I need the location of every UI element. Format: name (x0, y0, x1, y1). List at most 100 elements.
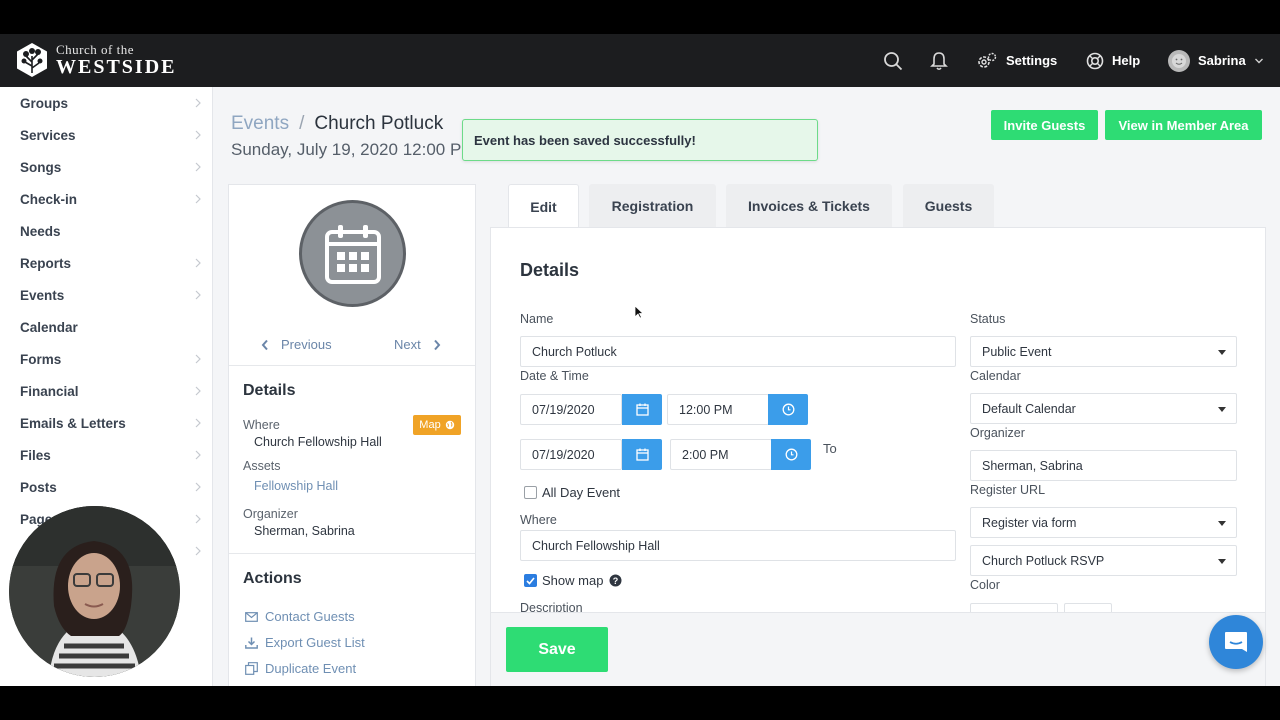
breadcrumb-events-link[interactable]: Events (231, 113, 289, 135)
organizer-input[interactable]: Sherman, Sabrina (970, 450, 1237, 481)
sidebar-item-label: Reports (20, 255, 72, 271)
smiley-avatar-icon (1172, 53, 1186, 68)
next-event-link[interactable]: Next (394, 337, 441, 352)
event-pager: Previous Next (229, 333, 477, 363)
end-time-input[interactable]: 2:00 PM (670, 439, 772, 470)
tree-logo-icon (17, 43, 47, 77)
sidebar-item-posts[interactable]: Posts (0, 471, 212, 503)
sidebar-item-forms[interactable]: Forms (0, 343, 212, 375)
sidebar-item-calendar[interactable]: Calendar (0, 311, 212, 343)
divider (229, 553, 475, 554)
tab-invoices-tickets[interactable]: Invoices & Tickets (726, 184, 892, 227)
chevron-right-icon (433, 339, 441, 350)
chevron-right-icon (195, 354, 201, 364)
status-select[interactable]: Public Event (970, 336, 1237, 367)
next-label: Next (394, 337, 421, 352)
where-input[interactable]: Church Fellowship Hall (520, 530, 956, 561)
sidebar-item-files[interactable]: Files (0, 439, 212, 471)
breadcrumb-separator: / (299, 113, 305, 134)
chat-icon (1225, 632, 1247, 652)
calendar-value: Default Calendar (982, 401, 1076, 416)
where-label: Where (243, 418, 280, 432)
clock-icon (782, 403, 794, 416)
start-date-input[interactable]: 07/19/2020 (520, 394, 622, 425)
registration-form-value: Church Potluck RSVP (982, 553, 1105, 568)
event-summary-card: Previous Next Details Where Church Fello… (228, 184, 476, 686)
chevron-right-icon (195, 450, 201, 460)
app-screen: Church of the WESTSIDE Settings Help Sab… (0, 34, 1280, 686)
sidebar-item-label: Check-in (20, 191, 78, 207)
sidebar-item-label: Events (20, 287, 65, 303)
export-guest-list-link[interactable]: Export Guest List (245, 635, 365, 650)
divider (229, 365, 475, 366)
start-date-picker-button[interactable] (622, 394, 662, 425)
user-name: Sabrina (1198, 53, 1246, 68)
chevron-right-icon (195, 194, 201, 204)
start-time-input[interactable]: 12:00 PM (667, 394, 769, 425)
help-label: Help (1112, 53, 1141, 68)
contact-guests-link[interactable]: Contact Guests (245, 609, 355, 624)
settings-label: Settings (1006, 53, 1058, 68)
where-label: Where (520, 513, 557, 527)
search-icon[interactable] (882, 50, 904, 72)
sidebar-item-emails-letters[interactable]: Emails & Letters (0, 407, 212, 439)
tab-guests[interactable]: Guests (903, 184, 994, 227)
help-menu[interactable]: Help (1086, 34, 1140, 87)
register-url-select[interactable]: Register via form (970, 507, 1237, 538)
end-date-picker-button[interactable] (622, 439, 662, 470)
sidebar-item-financial[interactable]: Financial (0, 375, 212, 407)
view-member-area-button[interactable]: View in Member Area (1105, 110, 1262, 140)
name-input[interactable]: Church Potluck (520, 336, 956, 367)
organizer-value: Sherman, Sabrina (254, 524, 355, 538)
actions-heading: Actions (243, 570, 302, 587)
previous-event-link[interactable]: Previous (261, 337, 332, 352)
where-value: Church Fellowship Hall (254, 435, 382, 449)
registration-form-select[interactable]: Church Potluck RSVP (970, 545, 1237, 576)
sidebar-item-label: Songs (20, 159, 62, 175)
map-badge[interactable]: Map (413, 415, 461, 435)
settings-menu[interactable]: Settings (976, 34, 1057, 87)
event-image[interactable] (299, 200, 406, 307)
all-day-checkbox[interactable] (524, 486, 537, 499)
download-icon (245, 637, 258, 649)
sidebar-item-groups[interactable]: Groups (0, 87, 212, 119)
help-question-icon[interactable]: ? (609, 574, 622, 587)
clock-icon (785, 448, 797, 461)
start-time-picker-button[interactable] (768, 394, 808, 425)
assets-link[interactable]: Fellowship Hall (254, 479, 338, 493)
form-title: Details (520, 260, 580, 280)
tab-registration[interactable]: Registration (589, 184, 716, 227)
bell-icon[interactable] (928, 50, 950, 72)
chevron-right-icon (195, 514, 201, 524)
sidebar-item-label: Groups (20, 95, 69, 111)
duplicate-event-link[interactable]: Duplicate Event (245, 661, 356, 676)
chat-support-button[interactable] (1209, 615, 1263, 669)
map-badge-label: Map (419, 419, 441, 431)
chevron-right-icon (195, 258, 201, 268)
sidebar-item-songs[interactable]: Songs (0, 151, 212, 183)
sidebar-item-check-in[interactable]: Check-in (0, 183, 212, 215)
sidebar-item-reports[interactable]: Reports (0, 247, 212, 279)
check-icon (526, 576, 535, 585)
success-toast: Event has been saved successfully! (462, 119, 818, 161)
calendar-label: Calendar (970, 369, 1021, 383)
sidebar-item-label: Files (20, 447, 51, 463)
calendar-select[interactable]: Default Calendar (970, 393, 1237, 424)
church-logo[interactable]: Church of the WESTSIDE (14, 42, 177, 78)
sidebar-item-needs[interactable]: Needs (0, 215, 212, 247)
chevron-right-icon (195, 386, 201, 396)
life-ring-icon (1086, 52, 1104, 69)
end-date-input[interactable]: 07/19/2020 (520, 439, 622, 470)
mouse-cursor-icon (634, 305, 644, 319)
end-time-picker-button[interactable] (771, 439, 811, 470)
show-map-checkbox[interactable] (524, 574, 537, 587)
save-button[interactable]: Save (506, 627, 608, 672)
invite-guests-button[interactable]: Invite Guests (991, 110, 1098, 140)
sidebar-item-label: Financial (20, 383, 79, 399)
tab-edit[interactable]: Edit (508, 184, 579, 228)
sidebar-item-services[interactable]: Services (0, 119, 212, 151)
breadcrumb: Events / Church Potluck (231, 113, 443, 135)
chevron-right-icon (195, 98, 201, 108)
user-menu[interactable]: Sabrina (1168, 34, 1264, 87)
sidebar-item-events[interactable]: Events (0, 279, 212, 311)
